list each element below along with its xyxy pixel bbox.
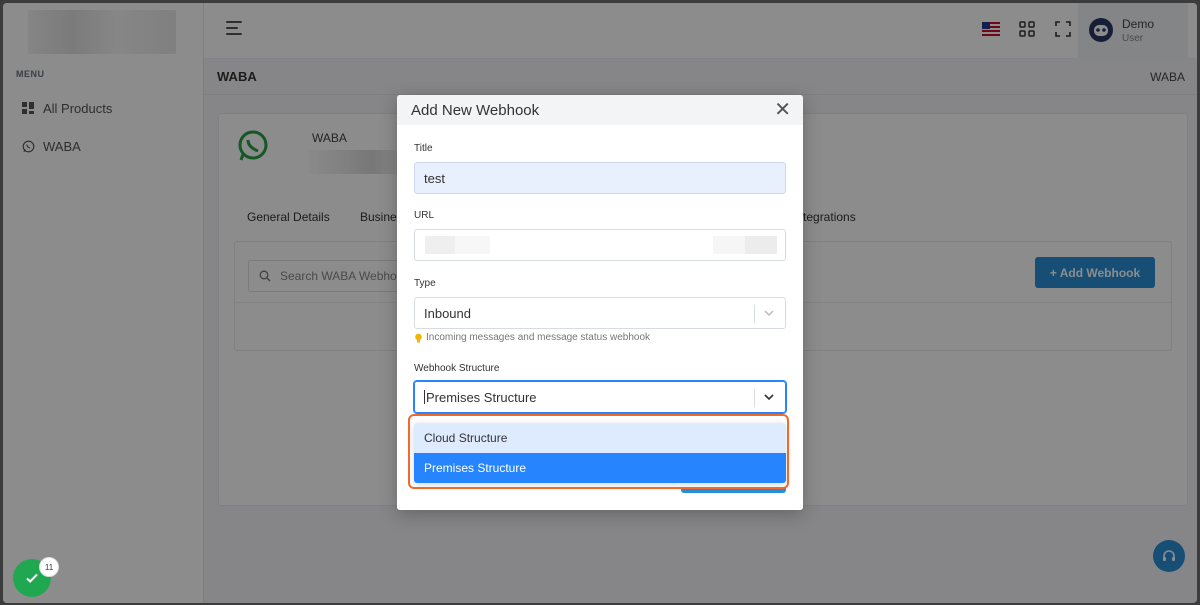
select-separator <box>754 389 755 407</box>
type-hint-text: Incoming messages and message status web… <box>426 332 651 343</box>
chevron-down-icon[interactable] <box>762 390 776 404</box>
url-input[interactable] <box>414 229 786 261</box>
lightbulb-icon <box>415 333 422 342</box>
title-input-value: test <box>424 170 445 186</box>
type-select[interactable]: Inbound <box>414 297 786 329</box>
annotation-highlight <box>408 414 789 489</box>
structure-select[interactable]: Premises Structure <box>414 381 786 413</box>
type-label: Type <box>414 278 436 289</box>
text-caret <box>424 390 425 404</box>
close-icon[interactable]: ✕ <box>774 100 791 120</box>
title-label: Title <box>414 143 433 154</box>
url-redacted <box>425 236 455 254</box>
modal-title: Add New Webhook <box>411 101 540 119</box>
url-redacted <box>455 236 490 254</box>
type-hint: Incoming messages and message status web… <box>414 332 650 343</box>
select-separator <box>754 305 755 323</box>
url-redacted <box>745 236 777 254</box>
structure-select-value: Premises Structure <box>426 389 537 405</box>
chevron-down-icon[interactable] <box>762 306 776 320</box>
notification-count: 11 <box>39 557 59 577</box>
modal-header: Add New Webhook ✕ <box>397 95 803 125</box>
type-select-value: Inbound <box>424 305 471 321</box>
checkmark-icon <box>26 573 38 583</box>
structure-label: Webhook Structure <box>414 363 500 374</box>
url-label: URL <box>414 210 435 221</box>
url-redacted <box>713 236 745 254</box>
title-input[interactable]: test <box>414 162 786 194</box>
